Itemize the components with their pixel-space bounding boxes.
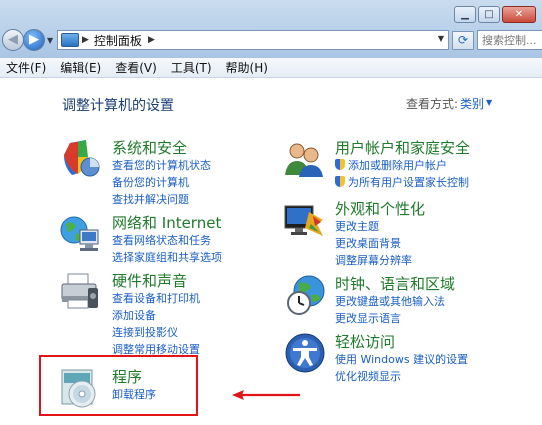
view-by-caret-icon[interactable]: ▼: [486, 98, 492, 107]
uac-shield-icon: [335, 176, 345, 187]
link-display-language[interactable]: 更改显示语言: [335, 310, 401, 326]
category-title[interactable]: 网络和 Internet: [112, 212, 221, 233]
close-button[interactable]: ✕: [502, 6, 536, 23]
menu-bar: 文件(F) 编辑(E) 查看(V) 工具(T) 帮助(H): [0, 58, 542, 78]
category-title[interactable]: 硬件和声音: [112, 270, 187, 291]
link-network-status[interactable]: 查看网络状态和任务: [112, 232, 211, 248]
menu-edit[interactable]: 编辑(E): [60, 59, 101, 76]
link-add-device[interactable]: 添加设备: [112, 307, 156, 323]
control-panel-icon: [61, 33, 79, 47]
clock-globe-icon[interactable]: [283, 273, 327, 317]
appearance-icon[interactable]: [283, 198, 327, 242]
link-label: 为所有用户设置家长控制: [348, 176, 469, 189]
link-devices-printers[interactable]: 查看设备和打印机: [112, 290, 200, 306]
breadcrumb-control-panel[interactable]: 控制面板: [94, 32, 142, 49]
navigation-bar: ◀ ▶ ▼ ▶ 控制面板 ▶ ▼ ⟳ 搜索控制...: [0, 27, 542, 53]
printer-icon[interactable]: [58, 270, 102, 314]
minimize-button[interactable]: ▁: [454, 6, 476, 23]
view-by-label: 查看方式:: [406, 97, 459, 111]
address-dropdown-icon[interactable]: ▼: [438, 34, 444, 43]
breadcrumb-arrow-icon[interactable]: ▶: [82, 35, 89, 45]
address-bar[interactable]: ▶ 控制面板 ▶ ▼: [57, 30, 449, 50]
link-keyboard-input[interactable]: 更改键盘或其他输入法: [335, 293, 445, 309]
menu-help[interactable]: 帮助(H): [226, 59, 268, 76]
category-title[interactable]: 系统和安全: [112, 137, 187, 158]
recent-pages-dropdown-icon[interactable]: ▼: [47, 36, 53, 45]
forward-button[interactable]: ▶: [23, 29, 45, 51]
back-button[interactable]: ◀: [2, 29, 24, 51]
link-parental-controls[interactable]: 为所有用户设置家长控制: [335, 174, 469, 190]
category-title[interactable]: 外观和个性化: [335, 198, 425, 219]
category-title[interactable]: 轻松访问: [335, 331, 395, 352]
view-by-dropdown[interactable]: 类别: [460, 95, 484, 112]
window-chrome: ▁ □ ✕ ◀ ▶ ▼ ▶ 控制面板 ▶ ▼ ⟳ 搜索控制...: [0, 0, 542, 58]
menu-file[interactable]: 文件(F): [6, 59, 46, 76]
link-backup-computer[interactable]: 备份您的计算机: [112, 174, 189, 190]
category-title[interactable]: 用户帐户和家庭安全: [335, 137, 470, 158]
refresh-button[interactable]: ⟳: [452, 31, 474, 50]
shield-icon[interactable]: [58, 137, 102, 181]
link-troubleshoot[interactable]: 查找并解决问题: [112, 191, 189, 207]
link-add-remove-users[interactable]: 添加或删除用户帐户: [335, 157, 447, 173]
search-input[interactable]: 搜索控制...: [477, 30, 542, 50]
users-icon[interactable]: [283, 137, 327, 181]
network-globe-icon[interactable]: [58, 212, 102, 256]
link-homegroup-sharing[interactable]: 选择家庭组和共享选项: [112, 249, 222, 265]
control-panel-content: 调整计算机的设置 查看方式: 类别 ▼ 系统和安全 查看您的计算机状态 备份您的…: [0, 79, 542, 425]
link-recommended-settings[interactable]: 使用 Windows 建议的设置: [335, 351, 468, 367]
highlight-box: [39, 355, 198, 416]
link-desktop-background[interactable]: 更改桌面背景: [335, 235, 401, 251]
breadcrumb-arrow-icon[interactable]: ▶: [148, 35, 155, 45]
link-connect-projector[interactable]: 连接到投影仪: [112, 324, 178, 340]
link-view-computer-status[interactable]: 查看您的计算机状态: [112, 157, 211, 173]
menu-view[interactable]: 查看(V): [115, 59, 157, 76]
maximize-button[interactable]: □: [478, 6, 500, 23]
link-change-theme[interactable]: 更改主题: [335, 218, 379, 234]
page-title: 调整计算机的设置: [62, 98, 174, 114]
link-optimize-display[interactable]: 优化视频显示: [335, 368, 401, 384]
red-arrow-annotation: [232, 390, 300, 400]
link-label: 添加或删除用户帐户: [348, 159, 447, 172]
uac-shield-icon: [335, 159, 345, 170]
menu-tools[interactable]: 工具(T): [171, 59, 212, 76]
accessibility-icon[interactable]: [283, 331, 327, 375]
search-placeholder: 搜索控制...: [482, 34, 537, 47]
link-screen-resolution[interactable]: 调整屏幕分辨率: [335, 252, 412, 268]
window-controls: ▁ □ ✕: [454, 6, 536, 23]
category-title[interactable]: 时钟、语言和区域: [335, 273, 455, 294]
